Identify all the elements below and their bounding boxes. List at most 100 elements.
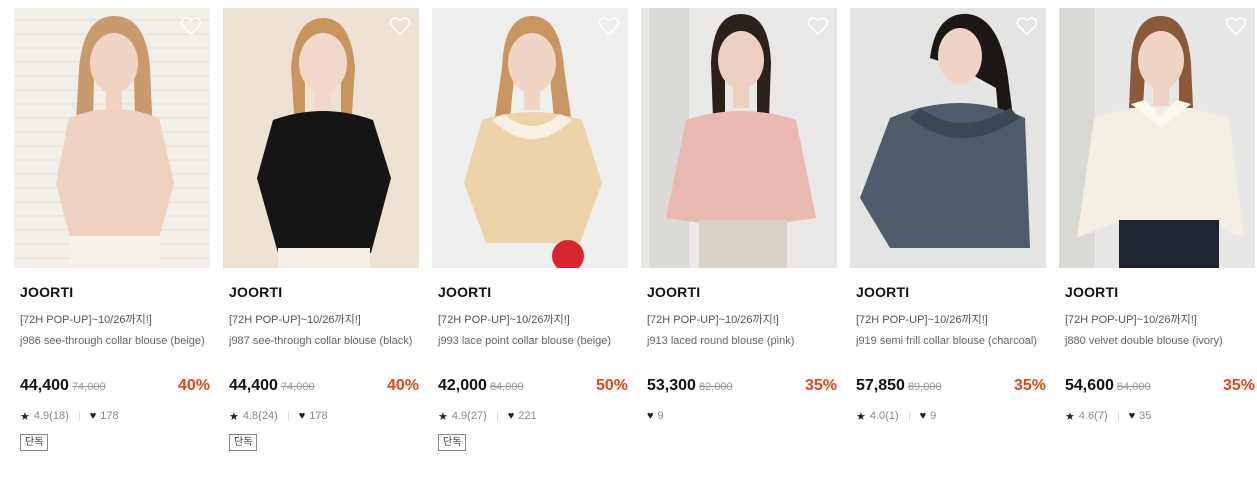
star-icon: ★ — [438, 410, 448, 423]
product-card[interactable]: JOORTI [72H POP-UP]~10/26까지!] j880 velve… — [1059, 8, 1255, 424]
product-card[interactable]: JOORTI [72H POP-UP]~10/26까지!] j913 laced… — [641, 8, 837, 424]
discount-rate: 35% — [1222, 377, 1255, 394]
product-name[interactable]: j993 lace point collar blouse (beige) — [438, 333, 628, 365]
promo-text: [72H POP-UP]~10/26까지!] — [438, 314, 570, 326]
star-icon: ★ — [1065, 410, 1075, 423]
star-icon: ★ — [856, 410, 866, 423]
price-row: 42,000 84,000 50% — [438, 377, 628, 397]
promo-text: [72H POP-UP]~10/26까지!] — [856, 314, 988, 326]
sale-price: 44,400 — [229, 377, 278, 394]
product-image[interactable] — [641, 8, 837, 268]
like-count: 221 — [518, 410, 537, 422]
product-photo — [1059, 8, 1255, 268]
original-price: 84,000 — [489, 381, 524, 393]
like-count: 178 — [100, 410, 119, 422]
divider — [287, 411, 289, 421]
rating: 4.6(7) — [1078, 410, 1108, 422]
brand-name[interactable]: JOORTI — [438, 284, 628, 301]
discount-rate: 40% — [386, 377, 419, 394]
original-price: 89,000 — [907, 381, 942, 393]
product-image[interactable] — [1059, 8, 1255, 268]
product-card[interactable]: JOORTI [72H POP-UP]~10/26까지!] j987 see-t… — [223, 8, 419, 451]
heart-icon: ♥ — [507, 410, 515, 422]
product-name[interactable]: j880 velvet double blouse (ivory) — [1065, 333, 1255, 365]
promo-text: [72H POP-UP]~10/26까지!] — [229, 314, 361, 326]
brand-name[interactable]: JOORTI — [647, 284, 837, 301]
product-name[interactable]: j913 laced round blouse (pink) — [647, 333, 837, 365]
discount-rate: 50% — [595, 377, 628, 394]
review-meta: ★ 4.9(18) ♥ 178 — [20, 408, 210, 424]
product-name[interactable]: j987 see-through collar blouse (black) — [229, 333, 419, 365]
original-price: 74,000 — [71, 381, 106, 393]
price-row: 53,300 82,000 35% — [647, 377, 837, 397]
wishlist-heart-icon[interactable] — [389, 16, 411, 36]
promo-text: [72H POP-UP]~10/26까지!] — [1065, 314, 1197, 326]
product-grid: JOORTI [72H POP-UP]~10/26까지!] j986 see-t… — [0, 0, 1257, 482]
promo-text: [72H POP-UP]~10/26까지!] — [647, 314, 779, 326]
product-name[interactable]: j986 see-through collar blouse (beige) — [20, 333, 210, 365]
discount-rate: 35% — [1013, 377, 1046, 394]
brand-name[interactable]: JOORTI — [229, 284, 419, 301]
heart-icon: ♥ — [1128, 410, 1136, 422]
brand-name[interactable]: JOORTI — [1065, 284, 1255, 301]
product-image[interactable] — [223, 8, 419, 268]
review-meta: ♥ 9 — [647, 408, 837, 424]
sale-price: 57,850 — [856, 377, 905, 394]
product-photo — [14, 8, 210, 268]
sale-price: 44,400 — [20, 377, 69, 394]
review-meta: ★ 4.9(27) ♥ 221 — [438, 408, 628, 424]
wishlist-heart-icon[interactable] — [1225, 16, 1247, 36]
price-row: 54,600 84,000 35% — [1065, 377, 1255, 397]
original-price: 82,000 — [698, 381, 733, 393]
price-row: 44,400 74,000 40% — [20, 377, 210, 397]
heart-icon: ♥ — [298, 410, 306, 422]
heart-icon: ♥ — [89, 410, 97, 422]
exclusive-badge: 단독 — [229, 434, 258, 451]
wishlist-heart-icon[interactable] — [1016, 16, 1038, 36]
sale-price: 53,300 — [647, 377, 696, 394]
price-row: 44,400 74,000 40% — [229, 377, 419, 397]
wishlist-heart-icon[interactable] — [598, 16, 620, 36]
review-meta: ★ 4.8(24) ♥ 178 — [229, 408, 419, 424]
like-count: 9 — [657, 410, 664, 422]
rating: 4.8(24) — [242, 410, 278, 422]
product-card[interactable]: JOORTI [72H POP-UP]~10/26까지!] j919 semi … — [850, 8, 1046, 424]
price-row: 57,850 89,000 35% — [856, 377, 1046, 397]
promo-text: [72H POP-UP]~10/26까지!] — [20, 314, 152, 326]
divider — [908, 411, 910, 421]
exclusive-badge: 단독 — [20, 434, 49, 451]
exclusive-badge: 단독 — [438, 434, 467, 451]
heart-icon: ♥ — [647, 410, 654, 422]
product-card[interactable]: JOORTI [72H POP-UP]~10/26까지!] j986 see-t… — [14, 8, 210, 451]
divider — [78, 411, 80, 421]
rating: 4.9(18) — [33, 410, 69, 422]
product-image[interactable] — [432, 8, 628, 268]
review-meta: ★ 4.6(7) ♥ 35 — [1065, 408, 1255, 424]
original-price: 84,000 — [1116, 381, 1151, 393]
like-count: 35 — [1139, 410, 1152, 422]
discount-rate: 35% — [804, 377, 837, 394]
sale-price: 54,600 — [1065, 377, 1114, 394]
rating: 4.0(1) — [869, 410, 899, 422]
brand-name[interactable]: JOORTI — [20, 284, 210, 301]
star-icon: ★ — [20, 410, 30, 423]
product-photo — [223, 8, 419, 268]
product-image[interactable] — [850, 8, 1046, 268]
wishlist-heart-icon[interactable] — [807, 16, 829, 36]
original-price: 74,000 — [280, 381, 315, 393]
product-card[interactable]: JOORTI [72H POP-UP]~10/26까지!] j993 lace … — [432, 8, 628, 451]
sale-price: 42,000 — [438, 377, 487, 394]
divider — [496, 411, 498, 421]
star-icon: ★ — [229, 410, 239, 423]
product-photo — [850, 8, 1046, 268]
divider — [1117, 411, 1119, 421]
product-name[interactable]: j919 semi frill collar blouse (charcoal) — [856, 333, 1046, 365]
discount-rate: 40% — [177, 377, 210, 394]
wishlist-heart-icon[interactable] — [180, 16, 202, 36]
heart-icon: ♥ — [919, 410, 927, 422]
rating: 4.9(27) — [451, 410, 487, 422]
brand-name[interactable]: JOORTI — [856, 284, 1046, 301]
product-photo — [432, 8, 628, 268]
like-count: 178 — [309, 410, 328, 422]
product-image[interactable] — [14, 8, 210, 268]
